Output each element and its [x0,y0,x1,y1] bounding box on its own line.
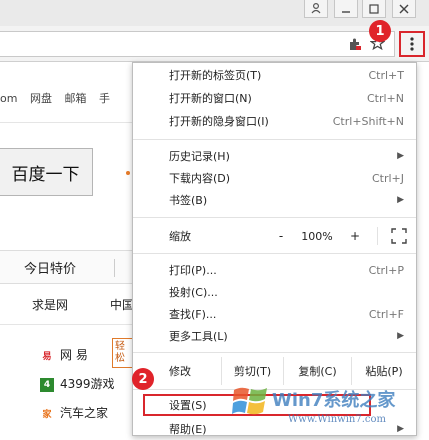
maximize-icon[interactable] [362,0,386,18]
divider [0,324,132,325]
menu-item-history[interactable]: 历史记录(H) ▶ [133,145,416,167]
address-bar[interactable] [0,31,395,57]
menu-item-new-window[interactable]: 打开新的窗口(N) Ctrl+N [133,87,416,109]
fullscreen-icon[interactable] [391,228,407,247]
puzzle-icon[interactable] [348,37,362,54]
side-tag[interactable]: 轻松 [112,338,132,368]
site-label: 网 易 [60,348,88,362]
dot-icon [126,171,130,175]
top-nav: om 网盘 邮箱 手 [0,90,119,106]
divider [377,227,378,245]
nav-link[interactable]: 邮箱 [64,92,86,105]
site-label: 汽车之家 [60,406,109,420]
menu-item-new-tab[interactable]: 打开新的标签页(T) Ctrl+T [133,64,416,86]
kebab-menu-icon[interactable] [399,31,425,57]
user-icon[interactable] [304,0,328,18]
watermark-brand: Win7系统之家 [272,390,396,411]
windows-logo-icon [232,387,267,415]
nav-link[interactable]: 手 [99,92,110,105]
list-item[interactable]: 家汽车之家 [40,404,108,421]
site-label: 4399游戏 [60,377,115,391]
nav-link[interactable]: om [0,92,17,105]
toolbar [0,26,429,62]
menu-separator [133,253,416,254]
nav-link[interactable]: 网盘 [30,92,52,105]
tab-strip: 今日特价 [0,250,140,284]
tab-today-deals[interactable]: 今日特价 [24,258,76,277]
menu-item-incognito[interactable]: 打开新的隐身窗口(I) Ctrl+Shift+N [133,110,416,132]
title-bar [0,0,429,26]
minimize-icon[interactable] [334,0,358,18]
link-china[interactable]: 中国 [110,296,134,313]
divider [114,259,115,277]
step-badge-2: 2 [132,368,154,390]
menu-separator [133,217,416,218]
menu-item-find[interactable]: 查找(F)... Ctrl+F [133,303,416,325]
chevron-right-icon: ▶ [397,331,404,341]
chevron-right-icon: ▶ [397,195,404,205]
chevron-right-icon: ▶ [397,151,404,161]
game4399-icon: 4 [40,377,54,392]
menu-item-more-tools[interactable]: 更多工具(L) ▶ [133,325,416,347]
edit-label: 修改 [169,365,191,378]
zoom-out-button[interactable]: - [269,229,293,243]
menu-separator [133,352,416,353]
menu-zoom-row: 缩放 - 100% + [133,223,416,249]
list-item[interactable]: 易网 易 [40,346,88,363]
search-button[interactable]: 百度一下 [0,148,93,196]
divider [0,122,132,123]
list-item[interactable]: 4 4399游戏 [40,375,115,392]
zoom-label: 缩放 [169,230,191,243]
netease-icon: 易 [40,348,54,363]
autohome-icon: 家 [40,406,54,421]
menu-item-print[interactable]: 打印(P)... Ctrl+P [133,259,416,281]
menu-item-downloads[interactable]: 下载内容(D) Ctrl+J [133,167,416,189]
watermark: Win7系统之家 Www.Winwin7.com [232,380,422,436]
close-icon[interactable] [392,0,416,18]
menu-item-cast[interactable]: 投射(C)... [133,281,416,303]
zoom-in-button[interactable]: + [343,229,367,243]
menu-item-bookmarks[interactable]: 书签(B) ▶ [133,189,416,211]
zoom-level: 100% [301,229,333,243]
menu-separator [133,139,416,140]
link-qiushi[interactable]: 求是网 [32,296,68,313]
watermark-url: Www.Winwin7.com [288,414,386,425]
step-badge-1: 1 [369,20,391,42]
